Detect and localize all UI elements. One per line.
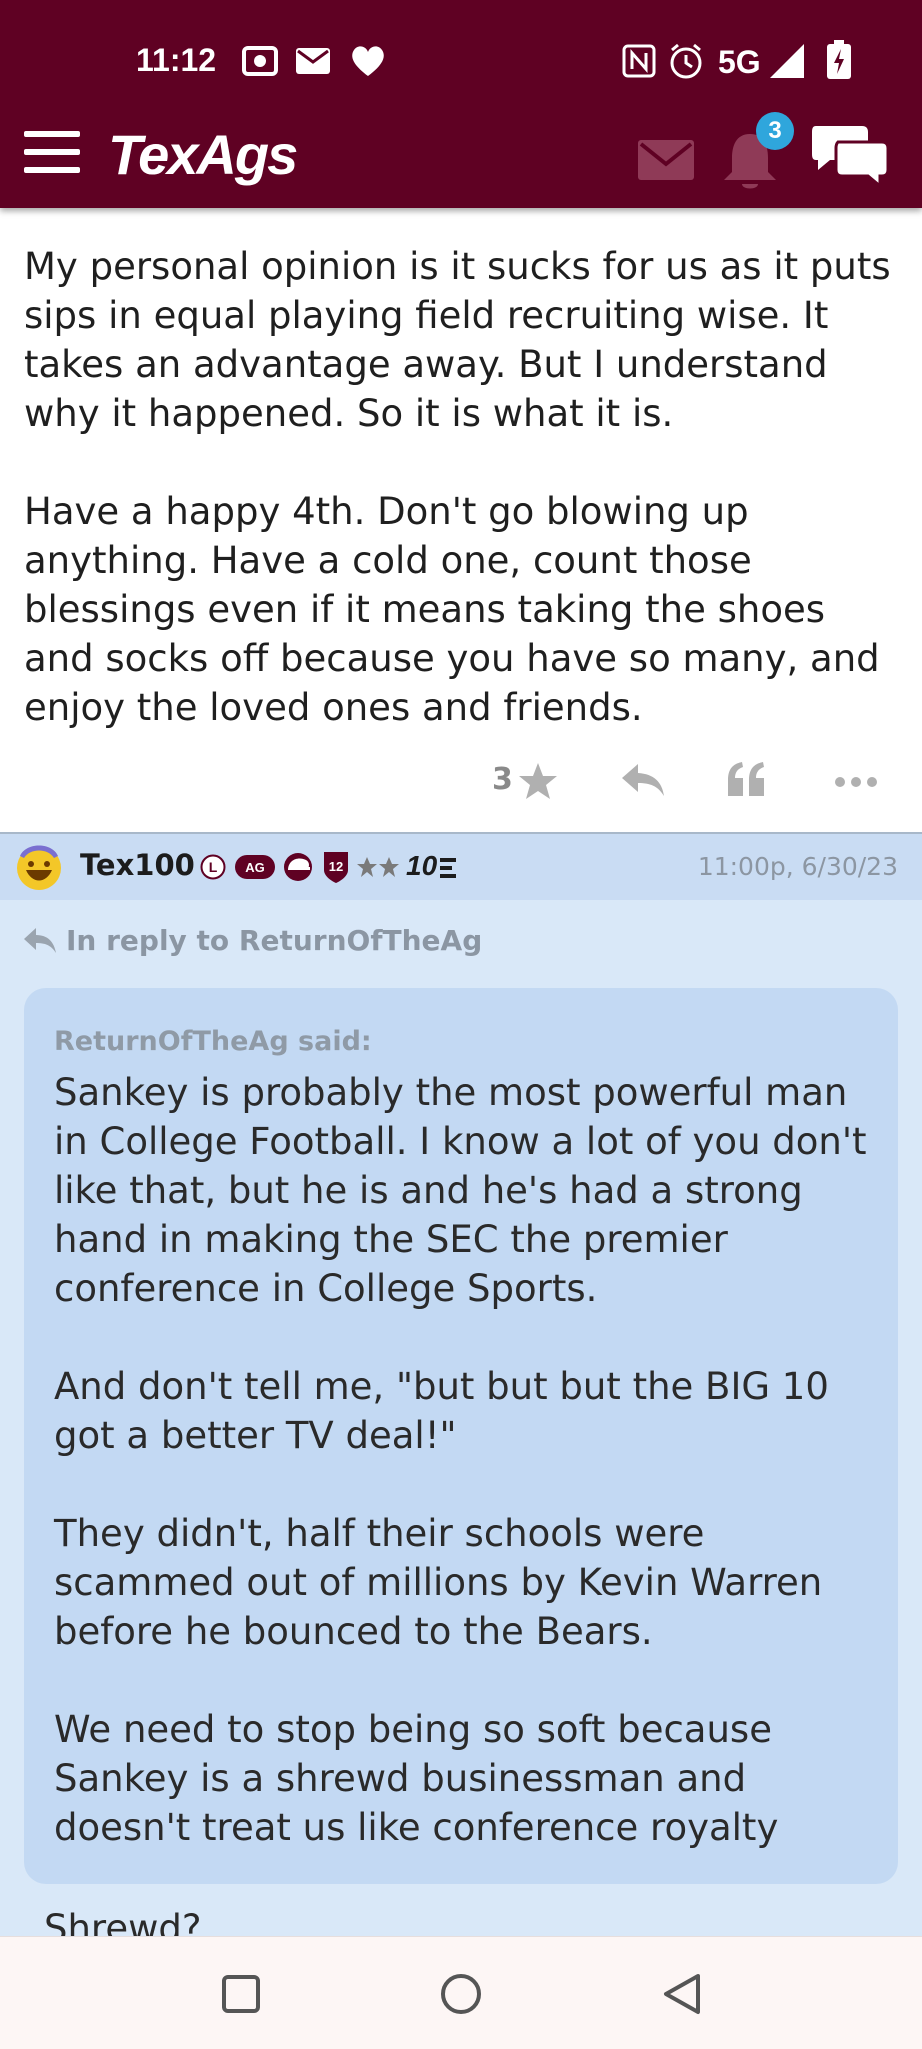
star-count: 3 [492, 762, 513, 797]
svg-text:L: L [209, 859, 218, 875]
quote-author: ReturnOfTheAg said: [54, 1026, 372, 1057]
post-paragraph: Have a happy 4th. Don't go blowing up an… [24, 490, 880, 729]
texags-logo[interactable]: TexAgs [108, 122, 298, 187]
reply-icon[interactable] [622, 764, 664, 798]
quote-paragraph: Sankey is probably the most powerful man… [54, 1071, 867, 1310]
reply-arrow-icon [24, 928, 56, 953]
battery-charging-icon [827, 40, 851, 79]
stars-badge-icon [357, 857, 399, 877]
svg-text:12: 12 [329, 859, 343, 874]
screen-record-icon [242, 46, 278, 76]
notification-badge: 3 [756, 112, 794, 150]
post-header: Tex100 L AG 12 10 11:00p, 6/30/23 [0, 834, 922, 900]
lifetime-badge-icon: L [200, 854, 226, 880]
quote-paragraph: They didn't, half their schools were sca… [54, 1512, 823, 1653]
quote-icon[interactable] [728, 762, 764, 796]
quote-paragraph: We need to stop being so soft because Sa… [54, 1708, 779, 1849]
5g-icon: 5G [718, 44, 761, 80]
helmet-badge-icon [284, 853, 312, 881]
star-icon[interactable] [518, 762, 558, 800]
quote-paragraph: And don't tell me, "but but but the BIG … [54, 1365, 829, 1457]
more-icon[interactable] [834, 776, 878, 788]
menu-icon[interactable] [24, 129, 80, 175]
status-bar: 11:12 5G [0, 0, 922, 120]
reply-post: Tex100 L AG 12 10 11:00p, 6/30/23 In rep… [0, 834, 922, 1936]
reply-text: Shrewd? [44, 1907, 202, 1936]
ag-badge-icon: AG [235, 855, 275, 879]
quote-box: ReturnOfTheAg said: Sankey is probably t… [24, 988, 898, 1884]
rank-badge-icon: 10 [406, 850, 438, 881]
top-bar: 11:12 5G TexAgs 3 [0, 0, 922, 208]
svg-text:AG: AG [245, 860, 265, 875]
recents-icon[interactable] [222, 1975, 260, 2013]
username[interactable]: Tex100 [80, 848, 195, 882]
heart-notification-icon [352, 46, 384, 76]
12th-man-badge-icon: 12 [324, 852, 348, 883]
chat-icon[interactable] [812, 124, 888, 188]
quote-body: Sankey is probably the most powerful man… [54, 1068, 884, 1901]
post-actions: 3 [0, 752, 922, 812]
home-icon[interactable] [440, 1973, 482, 2015]
status-time: 11:12 [136, 42, 217, 78]
back-icon[interactable] [662, 1973, 702, 2015]
system-nav-bar [0, 1936, 922, 2049]
avatar[interactable] [14, 840, 64, 892]
signal-icon [770, 44, 804, 78]
mail-notification-icon [296, 48, 330, 74]
in-reply-to-link[interactable]: In reply to ReturnOfTheAg [66, 924, 482, 957]
post-time: 11:00p, 6/30/23 [697, 852, 898, 881]
post-paragraph: My personal opinion is it sucks for us a… [24, 245, 891, 435]
nfc-icon [622, 44, 656, 78]
post-body: My personal opinion is it sucks for us a… [24, 242, 904, 781]
mail-icon[interactable] [638, 140, 694, 180]
alarm-icon [670, 43, 702, 79]
rank-lines-icon [440, 858, 456, 878]
